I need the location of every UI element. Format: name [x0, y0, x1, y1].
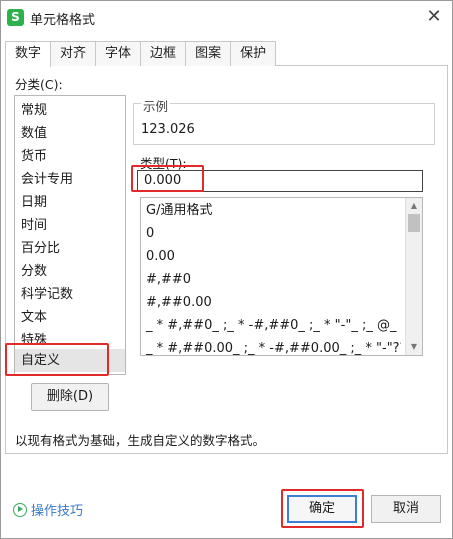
format-cells-dialog: S 单元格格式 ✕ 数字 对齐 字体 边框 图案 保护 分类(C): 常规 数值…: [0, 0, 453, 539]
tab-protection[interactable]: 保护: [230, 41, 277, 66]
format-item[interactable]: G/通用格式: [141, 199, 401, 222]
type-input[interactable]: 0.000: [137, 170, 423, 192]
scroll-thumb[interactable]: [408, 214, 420, 232]
tab-pattern[interactable]: 图案: [185, 41, 232, 66]
tab-bar: 数字 对齐 字体 边框 图案 保护: [5, 41, 277, 67]
tab-number[interactable]: 数字: [5, 41, 52, 67]
wps-app-icon: S: [7, 9, 24, 26]
play-circle-icon: [13, 502, 27, 517]
dialog-title: 单元格格式: [30, 13, 96, 28]
category-item-text[interactable]: 文本: [15, 306, 125, 329]
close-icon[interactable]: ✕: [422, 5, 446, 29]
category-item-percentage[interactable]: 百分比: [15, 237, 125, 260]
tab-alignment[interactable]: 对齐: [50, 41, 97, 66]
category-item-scientific[interactable]: 科学记数: [15, 283, 125, 306]
format-item[interactable]: #,##0.00: [141, 291, 401, 314]
format-item[interactable]: 0.00: [141, 245, 401, 268]
category-label: 分类(C):: [15, 77, 63, 92]
tab-border[interactable]: 边框: [140, 41, 187, 66]
tips-label[interactable]: 操作技巧: [31, 500, 83, 519]
sample-value: 123.026: [141, 122, 195, 137]
category-item-time[interactable]: 时间: [15, 214, 125, 237]
scroll-up-icon[interactable]: ▲: [409, 201, 419, 211]
title-bar: S 单元格格式 ✕: [1, 1, 452, 33]
format-item[interactable]: 0: [141, 222, 401, 245]
delete-button[interactable]: 删除(D): [31, 383, 109, 411]
category-item-fraction[interactable]: 分数: [15, 260, 125, 283]
category-item-general[interactable]: 常规: [15, 99, 125, 122]
category-item-currency[interactable]: 货币: [15, 145, 125, 168]
sample-label: 示例: [141, 96, 171, 115]
format-list[interactable]: G/通用格式 0 0.00 #,##0 #,##0.00 _ * #,##0_ …: [140, 197, 423, 356]
category-item-number[interactable]: 数值: [15, 122, 125, 145]
format-item[interactable]: #,##0: [141, 268, 401, 291]
category-list[interactable]: 常规 数值 货币 会计专用 日期 时间 百分比 分数 科学记数 文本 特殊 自定…: [14, 95, 126, 375]
tips-link[interactable]: 操作技巧: [13, 500, 83, 519]
format-item[interactable]: _ * #,##0_ ;_ * -#,##0_ ;_ * "-"_ ;_ @_: [141, 314, 401, 337]
category-item-custom[interactable]: 自定义: [15, 349, 125, 372]
format-item[interactable]: _ * #,##0.00_ ;_ * -#,##0.00_ ;_ * "-"??…: [141, 337, 401, 355]
category-item-date[interactable]: 日期: [15, 191, 125, 214]
scroll-down-icon[interactable]: ▼: [409, 342, 419, 352]
category-item-accounting[interactable]: 会计专用: [15, 168, 125, 191]
ok-button[interactable]: 确定: [287, 495, 357, 523]
hint-text: 以现有格式为基础，生成自定义的数字格式。: [15, 433, 266, 448]
format-list-scrollbar[interactable]: ▲ ▼: [405, 198, 422, 355]
tab-font[interactable]: 字体: [95, 41, 142, 66]
cancel-button[interactable]: 取消: [371, 495, 441, 523]
